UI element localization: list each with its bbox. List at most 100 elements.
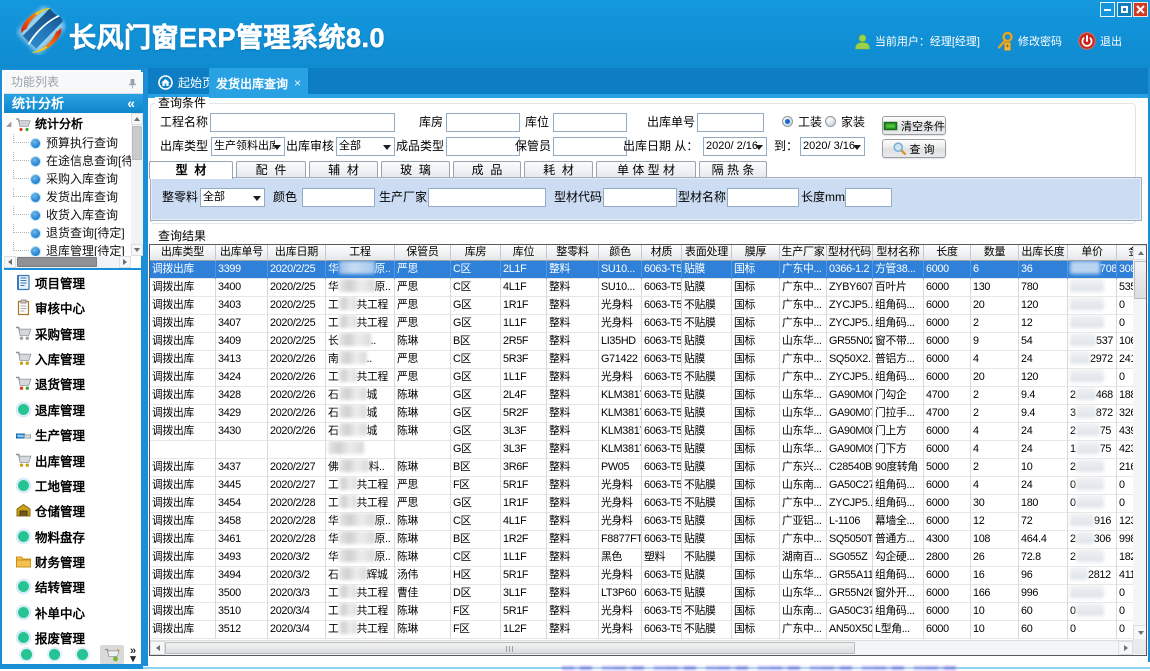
tree-item[interactable]: 退库管理[待定] bbox=[4, 242, 131, 256]
sidebar-item-11[interactable]: 物料盘存 bbox=[4, 526, 143, 546]
sidebar-item-13[interactable]: 结转管理 bbox=[4, 577, 143, 597]
tree-horizontal-scrollbar[interactable] bbox=[4, 256, 131, 268]
sidebar-item-3[interactable]: 采购管理 bbox=[4, 323, 143, 343]
column-header-6[interactable]: 库房 bbox=[451, 245, 501, 261]
date-to-combo[interactable]: 2020/ 3/16 bbox=[800, 137, 865, 156]
clear-button[interactable]: 清空条件 bbox=[882, 116, 946, 135]
table-row[interactable]: 调拨出库34542020/2/28工共工程严思G区1R1F整料光身料6063-T… bbox=[150, 495, 1133, 513]
column-header-14[interactable]: 型材代码 bbox=[827, 245, 873, 261]
warehouse-input[interactable] bbox=[446, 113, 520, 132]
column-header-3[interactable]: 出库日期 bbox=[268, 245, 326, 261]
tree-item[interactable]: 在途信息查询[待 bbox=[4, 152, 131, 170]
collapse-icon[interactable]: « bbox=[127, 94, 135, 112]
radio-gongzhuang[interactable] bbox=[782, 116, 793, 127]
dropdown-arrow-icon[interactable] bbox=[253, 196, 261, 201]
tree-scroll-left-button[interactable] bbox=[4, 256, 16, 268]
column-header-13[interactable]: 生产厂家 bbox=[780, 245, 827, 261]
table-row[interactable]: 调拨出库34282020/2/26石城陈琳G区2L4F整料KLM38176063… bbox=[150, 387, 1133, 405]
column-header-7[interactable]: 库位 bbox=[501, 245, 547, 261]
table-row[interactable]: 调拨出库34932020/3/2华原..陈琳C区1L1F整料黑色塑料不贴膜国标湖… bbox=[150, 549, 1133, 567]
column-header-19[interactable]: 单价 bbox=[1068, 245, 1117, 261]
overflow-cart-button[interactable] bbox=[100, 645, 124, 664]
table-row[interactable]: 调拨出库34072020/2/25工共工程严思G区1L1F整料光身料6063-T… bbox=[150, 315, 1133, 333]
subtab-1[interactable]: 型 材 bbox=[149, 161, 233, 179]
subtab-8[interactable]: 隔 热 条 bbox=[699, 161, 767, 178]
scroll-down-button[interactable] bbox=[1133, 625, 1147, 640]
column-header-8[interactable]: 整零料 bbox=[547, 245, 599, 261]
whole-material-combo[interactable]: 全部 bbox=[200, 188, 265, 207]
subtab-5[interactable]: 成 品 bbox=[453, 161, 521, 178]
tree-item[interactable]: 收货入库查询 bbox=[4, 206, 131, 224]
table-row[interactable]: 调拨出库33992020/2/25华原..严思C区2L1F整料SU10...60… bbox=[150, 261, 1133, 279]
column-header-12[interactable]: 膜厚 bbox=[732, 245, 780, 261]
grid-vertical-scrollbar[interactable] bbox=[1133, 245, 1147, 640]
table-row[interactable]: 调拨出库34292020/2/26石城陈琳G区5R2F整料KLM38176063… bbox=[150, 405, 1133, 423]
grid-horizontal-scrollbar[interactable] bbox=[150, 640, 1147, 655]
more-chevron-icon[interactable]: »▾ bbox=[130, 647, 136, 663]
table-row[interactable]: 调拨出库34032020/2/25工共工程严思G区1R1F整料光身料6063-T… bbox=[150, 297, 1133, 315]
out-type-combo[interactable]: 生产领料出库 bbox=[211, 137, 285, 156]
date-from-combo[interactable]: 2020/ 2/16 bbox=[703, 137, 767, 156]
maximize-button[interactable] bbox=[1117, 2, 1132, 17]
dropdown-arrow-icon[interactable] bbox=[853, 145, 861, 150]
sidebar-item-8[interactable]: 出库管理 bbox=[4, 450, 143, 470]
scroll-left-button[interactable] bbox=[150, 641, 165, 655]
length-input[interactable] bbox=[845, 188, 892, 207]
subtab-4[interactable]: 玻 璃 bbox=[381, 161, 450, 178]
keeper-input[interactable] bbox=[553, 137, 627, 156]
sidebar-item-5[interactable]: 退货管理 bbox=[4, 374, 143, 394]
tree-scroll-thumb-h[interactable] bbox=[17, 257, 97, 267]
order-no-input[interactable] bbox=[697, 113, 764, 132]
dropdown-arrow-icon[interactable] bbox=[383, 145, 391, 150]
table-row[interactable]: G区3L3F整料KLM38176063-T5贴膜国标山东华...GA90M09.… bbox=[150, 441, 1133, 459]
profile-name-input[interactable] bbox=[727, 188, 799, 207]
sidebar-item-4[interactable]: 入库管理 bbox=[4, 349, 143, 369]
table-row[interactable]: 调拨出库34452020/2/27工共工程严思F区5R1F整料光身料6063-T… bbox=[150, 477, 1133, 495]
table-row[interactable]: 调拨出库35122020/3/4工共工程陈琳F区1L2F整料光身料6063-T5… bbox=[150, 621, 1133, 639]
table-row[interactable]: 调拨出库35002020/3/3工共工程曹佳D区3L1F整料LT3P606063… bbox=[150, 585, 1133, 603]
table-row[interactable]: 调拨出库34942020/3/2石辉城汤伟H区5R1F整料光身料6063-T5贴… bbox=[150, 567, 1133, 585]
tree-item[interactable]: 预算执行查询 bbox=[4, 134, 131, 152]
scroll-up-button[interactable] bbox=[1133, 245, 1147, 260]
column-header-10[interactable]: 材质 bbox=[642, 245, 682, 261]
sidebar-item-7[interactable]: 生产管理 bbox=[4, 425, 143, 445]
radio-jiazhuang[interactable] bbox=[825, 116, 836, 127]
tree-item[interactable]: 退货查询[待定] bbox=[4, 224, 131, 242]
audit-combo[interactable]: 全部 bbox=[336, 137, 395, 156]
table-row[interactable]: 调拨出库34582020/2/28华原..陈琳C区4L1F整料光身料6063-T… bbox=[150, 513, 1133, 531]
sidebar-item-12[interactable]: 财务管理 bbox=[4, 551, 143, 571]
scroll-right-button[interactable] bbox=[1118, 641, 1133, 655]
table-row[interactable]: 调拨出库34092020/2/25长..陈琳B区2R5F整料LI35HD6063… bbox=[150, 333, 1133, 351]
column-header-5[interactable]: 保管员 bbox=[395, 245, 451, 261]
column-header-4[interactable]: 工程 bbox=[326, 245, 395, 261]
subtab-6[interactable]: 耗 材 bbox=[524, 161, 593, 178]
color-input[interactable] bbox=[302, 188, 375, 207]
column-header-16[interactable]: 长度 bbox=[924, 245, 971, 261]
column-header-15[interactable]: 型材名称 bbox=[873, 245, 924, 261]
column-header-2[interactable]: 出库单号 bbox=[216, 245, 268, 261]
column-header-17[interactable]: 数量 bbox=[971, 245, 1019, 261]
table-row[interactable]: 调拨出库35102020/3/4工共工程陈琳F区5R1F整料光身料6063-T5… bbox=[150, 603, 1133, 621]
column-header-9[interactable]: 颜色 bbox=[599, 245, 642, 261]
sidebar-item-9[interactable]: 工地管理 bbox=[4, 475, 143, 495]
tree-scroll-right-button[interactable] bbox=[119, 256, 131, 268]
sidebar-item-14[interactable]: 补单中心 bbox=[4, 602, 143, 622]
profile-code-input[interactable] bbox=[603, 188, 677, 207]
pin-icon[interactable] bbox=[128, 78, 137, 89]
search-button[interactable]: 查 询 bbox=[882, 139, 946, 158]
change-password-link[interactable]: 修改密码 bbox=[1018, 33, 1062, 49]
maker-input[interactable] bbox=[428, 188, 546, 207]
sidebar-item-6[interactable]: 退库管理 bbox=[4, 399, 143, 419]
column-header-18[interactable]: 出库长度 bbox=[1019, 245, 1068, 261]
table-row[interactable]: 调拨出库34612020/2/28华原..陈琳B区1R2F整料F8877FT60… bbox=[150, 531, 1133, 549]
sidebar-item-10[interactable]: 仓储管理 bbox=[4, 501, 143, 521]
close-button[interactable] bbox=[1133, 2, 1148, 17]
subtab-7[interactable]: 单 体 型 材 bbox=[596, 161, 696, 178]
tree-item[interactable]: 采购入库查询 bbox=[4, 170, 131, 188]
scroll-thumb[interactable] bbox=[1134, 261, 1147, 299]
dropdown-arrow-icon[interactable] bbox=[755, 145, 763, 150]
sidebar-item-1[interactable]: 项目管理 bbox=[4, 273, 143, 293]
group-header[interactable]: 统计分析 « bbox=[4, 94, 143, 113]
project-name-input[interactable] bbox=[210, 113, 395, 132]
table-row[interactable]: 调拨出库34302020/2/26石城陈琳G区3L3F整料KLM38176063… bbox=[150, 423, 1133, 441]
